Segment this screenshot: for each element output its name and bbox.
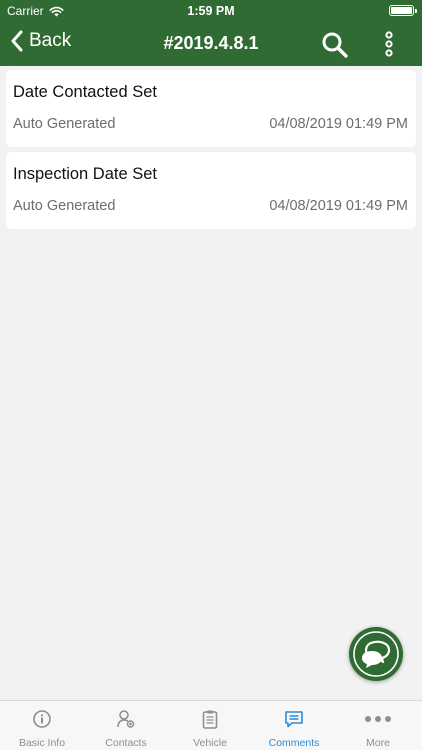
tab-label: Contacts xyxy=(105,737,147,749)
comment-card[interactable]: Date Contacted Set Auto Generated 04/08/… xyxy=(6,70,416,147)
vertical-ellipsis-icon xyxy=(385,31,393,57)
tab-basic-info[interactable]: Basic Info xyxy=(0,701,84,750)
comment-card[interactable]: Inspection Date Set Auto Generated 04/08… xyxy=(6,152,416,229)
tab-bar: Basic Info Contacts Vehicle Comments Mor… xyxy=(0,700,422,750)
tab-more[interactable]: More xyxy=(336,701,420,750)
tab-comments[interactable]: Comments xyxy=(252,701,336,750)
tab-label: Basic Info xyxy=(18,737,66,749)
info-icon xyxy=(33,710,51,728)
battery-fill xyxy=(391,7,412,14)
comment-source: Auto Generated xyxy=(13,198,116,214)
comment-title: Inspection Date Set xyxy=(13,165,158,183)
comment-title: Date Contacted Set xyxy=(13,83,158,101)
back-button[interactable]: Back xyxy=(10,30,71,52)
tab-contacts[interactable]: Contacts xyxy=(84,701,168,750)
contacts-icon xyxy=(117,710,135,728)
search-icon xyxy=(322,32,348,58)
comment-timestamp: 04/08/2019 01:49 PM xyxy=(269,116,408,132)
search-button[interactable] xyxy=(320,30,350,60)
comment-icon xyxy=(285,711,303,728)
tab-label: Vehicle xyxy=(193,737,227,749)
screen: Carrier 1:59 PM Back #2019.4.8.1 Date Co… xyxy=(0,0,422,750)
comment-source: Auto Generated xyxy=(13,116,116,132)
back-label: Back xyxy=(29,30,72,51)
chevron-left-icon xyxy=(11,30,23,52)
battery-icon xyxy=(389,5,417,16)
comment-timestamp: 04/08/2019 01:49 PM xyxy=(269,198,408,214)
status-bar: Carrier 1:59 PM xyxy=(0,0,422,22)
status-time: 1:59 PM xyxy=(187,4,235,18)
ellipsis-icon xyxy=(365,716,391,722)
chat-fab-button[interactable] xyxy=(349,627,403,681)
chat-bubbles-icon xyxy=(353,631,399,677)
tab-label: More xyxy=(366,737,390,749)
more-options-button[interactable] xyxy=(380,30,398,60)
clipboard-icon xyxy=(202,710,218,729)
tab-vehicle[interactable]: Vehicle xyxy=(168,701,252,750)
nav-bar: Back #2019.4.8.1 xyxy=(0,22,422,66)
tab-label: Comments xyxy=(268,737,320,749)
